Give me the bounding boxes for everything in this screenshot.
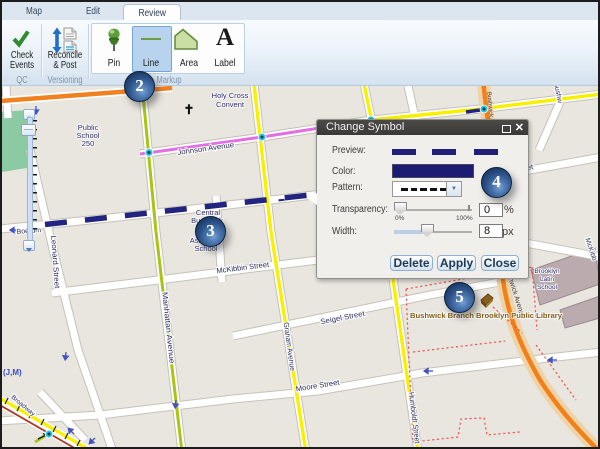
- svg-text:Holy Cross: Holy Cross: [212, 91, 249, 100]
- svg-text:Manhattan Avenue: Manhattan Avenue: [160, 291, 176, 364]
- svg-text:Leonard Street: Leonard Street: [49, 235, 62, 289]
- svg-text:Bushwick Branch Brooklyn Publi: Bushwick Branch Brooklyn Public Library: [410, 311, 562, 320]
- svg-text:School: School: [537, 284, 557, 291]
- svg-text:✝: ✝: [184, 102, 195, 117]
- svg-text:(J,M): (J,M): [3, 368, 22, 377]
- svg-text:Graham Avenue: Graham Avenue: [282, 322, 298, 372]
- svg-text:250: 250: [82, 139, 95, 148]
- svg-text:Latin: Latin: [540, 276, 554, 283]
- svg-text:Convent: Convent: [216, 100, 245, 109]
- svg-text:Brooklyn: Brooklyn: [534, 268, 560, 275]
